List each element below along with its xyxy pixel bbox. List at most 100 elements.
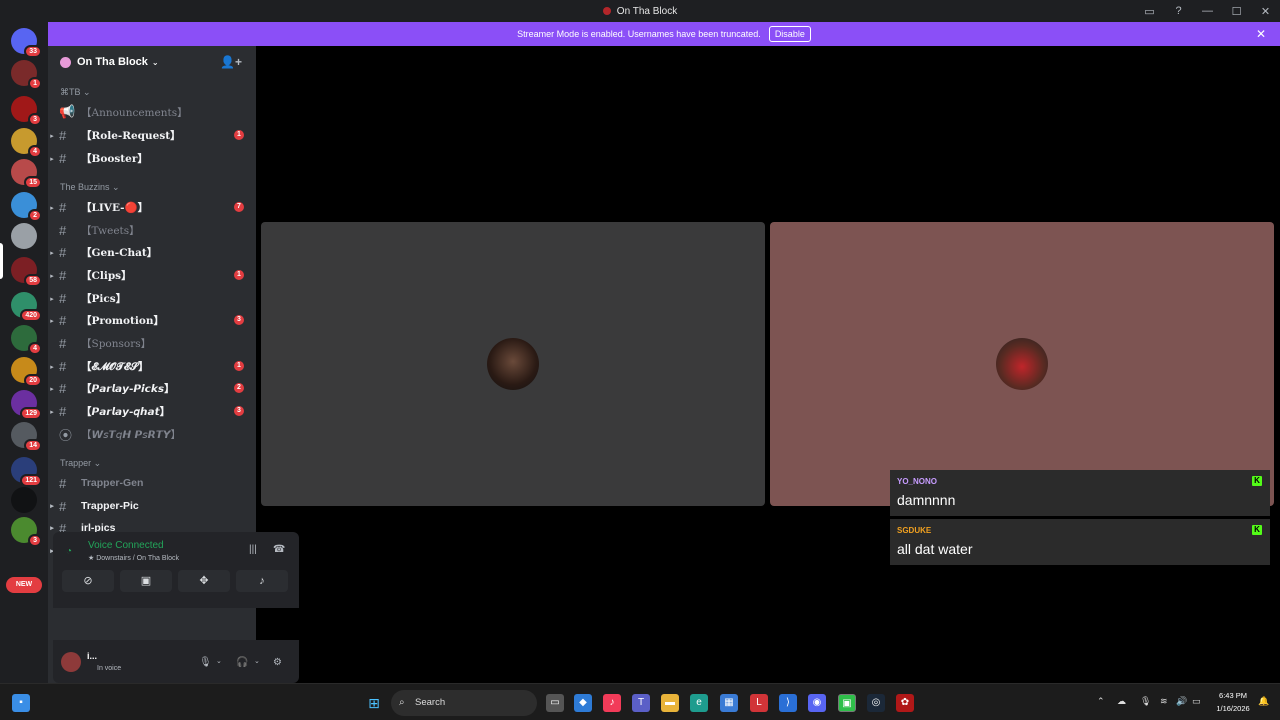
expand-arrow-icon[interactable]: ▸ [48,524,56,532]
expand-arrow-icon[interactable]: ▸ [48,271,56,280]
server-icon[interactable]: 3 [11,96,42,126]
store-icon[interactable]: ▦ [720,694,738,712]
server-icon[interactable]: 20 [11,357,42,387]
category-header[interactable]: Trapper ⌄ [60,458,101,469]
voice-location[interactable]: ★ Downstairs / On Tha Block [88,554,179,562]
channel-item[interactable]: ▸ # 【𝙋𝙖𝙧𝙡𝙖𝙮-𝘲𝙝𝙖𝙩】 3 [48,401,256,421]
server-icon[interactable] [11,223,37,249]
search-input[interactable]: ⌕ Search [391,690,537,716]
avatar[interactable] [61,652,81,672]
server-badge: 2 [28,209,42,222]
red-app-icon[interactable]: ✿ [896,694,914,712]
expand-arrow-icon[interactable]: ▸ [48,407,56,416]
activities-button[interactable]: ✥ [178,570,230,592]
onedrive-icon[interactable]: ☁ [1117,696,1126,707]
server-icon[interactable]: 14 [11,422,42,452]
server-icon[interactable]: 4 [11,128,42,158]
server-icon[interactable]: 33 [11,28,42,58]
server-icon[interactable]: 420 [11,292,42,322]
start-icon[interactable]: ⊞ [365,694,383,712]
channel-name: Trapper-Gen [81,477,144,489]
steam-icon[interactable]: ◎ [867,694,885,712]
battery-icon[interactable]: ▭ [1192,696,1201,707]
teams-icon[interactable]: T [632,694,650,712]
headphones-icon[interactable]: 🎧 [236,657,248,668]
expand-arrow-icon[interactable]: ▸ [48,502,56,510]
server-icon[interactable]: 121 [11,457,42,487]
server-icon[interactable]: 58 [11,257,42,287]
discord-icon[interactable]: ◉ [808,694,826,712]
noise-suppression-icon[interactable]: ||| [249,544,257,555]
file-explorer-icon[interactable]: ▬ [661,694,679,712]
video-tile-1[interactable] [261,222,765,506]
server-icon[interactable]: 15 [11,159,42,189]
screen-share-button[interactable]: ▣ [120,570,172,592]
category-header[interactable]: ⌘TB ⌄ [60,87,91,98]
channel-item[interactable]: # 【Tweets】 [48,220,256,240]
server-icon[interactable]: 1 [11,60,42,90]
copilot-icon[interactable]: ◆ [574,694,592,712]
server-icon[interactable]: 129 [11,390,42,420]
channel-item[interactable]: ▸ # 【Clips】 1 [48,265,256,285]
server-icon[interactable]: 3 [11,517,42,547]
notifications-icon[interactable]: 🔔 [1258,696,1269,707]
volume-icon[interactable]: 🔊 [1176,696,1187,707]
server-header[interactable]: On Tha Block ⌄ 👤+ [48,46,256,78]
channel-item[interactable]: ▸ # 【𝓔𝓜𝓞𝓣𝓔𝓢】 1 [48,356,256,376]
category-header[interactable]: The Buzzins ⌄ [60,182,120,193]
l-app-icon[interactable]: L [750,694,768,712]
mic-tray-icon[interactable]: 🎙 [1140,696,1151,707]
channel-item[interactable]: ▸ # 【Promotion】 3 [48,310,256,330]
settings-gear-icon[interactable]: ⚙ [273,657,282,668]
channel-item[interactable]: ▸ # 【𝙋𝙖𝙧𝙡𝙖𝙮-𝙋𝙞𝙘𝙠𝙨】 2 [48,378,256,398]
expand-arrow-icon[interactable]: ▸ [48,316,56,325]
expand-arrow-icon[interactable]: ▸ [48,294,56,303]
tray-chevron-icon[interactable]: ⌃ [1097,696,1105,707]
inbox-icon[interactable]: ▭ [1135,5,1164,18]
channel-item[interactable]: ▸ # 【LIVE-🔴】 7 [48,197,256,217]
expand-arrow-icon[interactable]: ▸ [48,362,56,371]
mic-chevron-icon[interactable]: ⌄ [216,657,222,665]
code-icon[interactable]: ⟩ [779,694,797,712]
mention-badge: 1 [234,270,244,280]
expand-arrow-icon[interactable]: ▸ [48,384,56,393]
disable-streamer-mode-button[interactable]: Disable [768,26,811,42]
server-icon[interactable]: 2 [11,192,42,222]
channel-item[interactable]: 📢 【Announcements】 [48,102,256,122]
expand-arrow-icon[interactable]: ▸ [48,131,56,140]
wifi-icon[interactable]: ≋ [1160,696,1168,707]
edge-icon[interactable]: e [690,694,708,712]
music-icon[interactable]: ♪ [603,694,621,712]
help-icon[interactable]: ? [1164,5,1193,17]
widgets-icon[interactable]: ▪ [12,694,30,712]
headphones-chevron-icon[interactable]: ⌄ [254,657,260,665]
maximize-button[interactable]: ☐ [1222,5,1251,18]
expand-arrow-icon[interactable]: ▸ [48,154,56,163]
clock[interactable]: 6:43 PM 1/16/2026 [1208,689,1258,715]
invite-people-icon[interactable]: 👤+ [220,55,242,69]
channel-item[interactable]: ⦿ 【𝙒𝘴𝙏𝘲𝙃 𝙋𝘴𝙍𝙏𝙔】 [48,424,256,444]
chat-username: YO_NONO [897,477,938,486]
channel-item[interactable]: ▸ # 【Booster】 [48,148,256,168]
close-window-button[interactable]: ✕ [1251,5,1280,18]
microphone-icon[interactable]: 🎙 [199,657,212,668]
active-app-icon[interactable]: ▣ [838,694,856,712]
camera-off-button[interactable]: ⊘ [62,570,114,592]
channel-item[interactable]: # 【Sponsors】 [48,333,256,353]
server-icon[interactable] [11,487,37,513]
channel-item[interactable]: # Trapper-Gen [48,473,256,493]
video-tile-2[interactable] [770,222,1274,506]
signal-icon[interactable]: ◔ [66,546,72,557]
disconnect-icon[interactable]: ☎ [273,544,285,555]
expand-arrow-icon[interactable]: ▸ [48,248,56,257]
expand-arrow-icon[interactable]: ▸ [48,203,56,212]
minimize-button[interactable]: — [1193,5,1222,17]
close-icon[interactable]: ✕ [1256,27,1266,41]
soundboard-button[interactable]: ♪ [236,570,288,592]
channel-item[interactable]: ▸ # Trapper-Pic [48,496,256,516]
channel-item[interactable]: ▸ # 【Role-Request】 1 [48,125,256,145]
task-view-icon[interactable]: ▭ [546,694,564,712]
server-icon[interactable]: 4 [11,325,42,355]
channel-item[interactable]: ▸ # 【Pics】 [48,288,256,308]
channel-item[interactable]: ▸ # 【Gen-Chat】 [48,242,256,262]
